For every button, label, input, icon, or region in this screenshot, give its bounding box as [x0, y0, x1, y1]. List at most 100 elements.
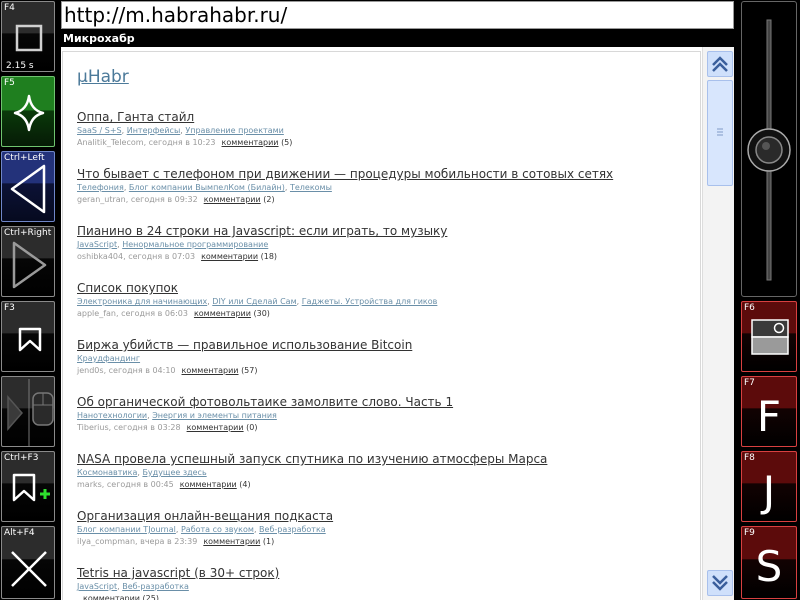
- comments-link[interactable]: комментарии: [182, 366, 239, 375]
- hub-link[interactable]: JavaScript: [77, 582, 117, 591]
- post-item: Организация онлайн-вещания подкаста Блог …: [77, 508, 692, 565]
- post-item: Оппа, Ганта стайл SaaS / S+S, Интерфейсы,…: [77, 109, 692, 166]
- post-item: Список покупок Электроника для начинающих…: [77, 280, 692, 337]
- comment-count: (57): [241, 366, 258, 375]
- bookmark-icon: [18, 327, 42, 352]
- post-meta: apple_fan, сегодня в 06:03 комментарии (3…: [77, 308, 692, 320]
- key-f4-stop[interactable]: F4 2.15 s: [1, 1, 55, 72]
- hub-link[interactable]: Телекомы: [290, 183, 332, 192]
- hub-link[interactable]: Энергия и элементы питания: [152, 411, 277, 420]
- post-author: oshibka404: [77, 252, 124, 261]
- post-item: NASA провела успешный запуск спутника по…: [77, 451, 692, 508]
- comment-count: (18): [260, 252, 278, 261]
- key-f9[interactable]: F9 S: [741, 526, 797, 599]
- comments-link[interactable]: комментарии: [180, 480, 237, 489]
- post-author: apple_fan: [77, 309, 116, 318]
- comments-link[interactable]: комментарии: [203, 537, 260, 546]
- post-title-link[interactable]: Организация онлайн-вещания подкаста: [77, 508, 692, 524]
- hub-link[interactable]: Космонавтика: [77, 468, 137, 477]
- scroll-down-button[interactable]: [707, 570, 733, 596]
- comment-count: (5): [281, 138, 293, 147]
- post-author: jend0s: [77, 366, 104, 375]
- page-content: µHabr Оппа, Ганта стайл SaaS / S+S, Интер…: [61, 47, 701, 600]
- vertical-scrollbar[interactable]: [702, 47, 734, 600]
- hub-link[interactable]: Краудфандинг: [77, 354, 140, 363]
- left-key-panel: F4 2.15 s F5 Ctrl+Left Ctrl+Right F3 Ctr…: [0, 0, 58, 600]
- post-meta: Analitik_Telecom, сегодня в 10:23 коммент…: [77, 137, 692, 149]
- zoom-slider[interactable]: [741, 1, 797, 297]
- comment-count: (2): [263, 195, 275, 204]
- post-meta: Tiberius, сегодня в 03:28 комментарии (0): [77, 422, 692, 434]
- key-back[interactable]: Ctrl+Left: [1, 151, 55, 222]
- hub-link[interactable]: Работа со звуком: [181, 525, 254, 534]
- post-time: сегодня в 00:45: [106, 480, 174, 489]
- chevron-down-icon: [712, 575, 728, 591]
- post-time: сегодня в 06:03: [121, 309, 188, 318]
- post-time: сегодня в 09:32: [130, 195, 198, 204]
- post-hubs: JavaScript, Веб-разработка: [77, 581, 692, 593]
- comments-link[interactable]: комментарии: [201, 252, 258, 261]
- comments-link[interactable]: комментарии: [194, 309, 251, 318]
- post-title-link[interactable]: Об органической фотовольтаике замолвите …: [77, 394, 692, 410]
- hub-link[interactable]: SaaS / S+S: [77, 126, 122, 135]
- post-title-link[interactable]: NASA провела успешный запуск спутника по…: [77, 451, 692, 467]
- key-alt-f4-close[interactable]: Alt+F4: [1, 526, 55, 599]
- forward-icon: [12, 241, 47, 289]
- key-forward[interactable]: Ctrl+Right: [1, 226, 55, 297]
- post-hubs: Электроника для начинающих, DIY или Сдел…: [77, 296, 692, 308]
- comments-link[interactable]: комментарии: [222, 138, 279, 147]
- add-bookmark-icon: [12, 473, 50, 502]
- hub-link[interactable]: Электроника для начинающих: [77, 297, 207, 306]
- post-meta: marks, сегодня в 00:45 комментарии (4): [77, 479, 692, 491]
- hub-link[interactable]: Веб-разработка: [122, 582, 189, 591]
- grip-icon: [717, 128, 723, 136]
- page-title: Микрохабр: [61, 31, 736, 47]
- hub-link[interactable]: Будущее здесь: [142, 468, 206, 477]
- post-hubs: Космонавтика, Будущее здесь: [77, 467, 692, 479]
- hub-link[interactable]: Телефония: [77, 183, 124, 192]
- chevron-up-icon: [712, 56, 728, 72]
- key-f5-reload[interactable]: F5: [1, 76, 55, 147]
- comments-link[interactable]: комментарии: [204, 195, 261, 204]
- post-title-link[interactable]: Tetris на javascript (в 30+ строк): [77, 565, 692, 581]
- hub-link[interactable]: Управление проектами: [185, 126, 283, 135]
- comment-count: (25): [142, 594, 159, 600]
- hub-link[interactable]: JavaScript: [77, 240, 117, 249]
- post-title-link[interactable]: Список покупок: [77, 280, 692, 296]
- hub-link[interactable]: DIY или Сделай Сам: [212, 297, 296, 306]
- scroll-thumb[interactable]: [707, 80, 733, 186]
- comment-count: (4): [239, 480, 251, 489]
- key-letter: F: [756, 392, 782, 441]
- scroll-up-button[interactable]: [707, 51, 733, 77]
- hub-link[interactable]: Ненормальное программирование: [122, 240, 268, 249]
- key-f8[interactable]: F8 J: [741, 451, 797, 522]
- url-input[interactable]: http://m.habrahabr.ru/: [61, 1, 734, 29]
- post-hubs: Нанотехнологии, Энергия и элементы питан…: [77, 410, 692, 422]
- hub-link[interactable]: Интерфейсы: [127, 126, 181, 135]
- post-author: Tiberius: [77, 423, 109, 432]
- hub-link[interactable]: Нанотехнологии: [77, 411, 147, 420]
- key-f6-screenshot[interactable]: F6: [741, 301, 797, 372]
- key-f3-bookmarks[interactable]: F3: [1, 301, 55, 372]
- post-title-link[interactable]: Биржа убийств — правильное использование…: [77, 337, 692, 353]
- site-title-link[interactable]: µHabr: [77, 67, 129, 87]
- slider-track: [747, 19, 791, 281]
- comments-link[interactable]: комментарии: [83, 594, 140, 600]
- post-title-link[interactable]: Пианино в 24 строки на Javascript: если …: [77, 223, 692, 239]
- content-frame: µHabr Оппа, Ганта стайл SaaS / S+S, Интер…: [62, 51, 701, 600]
- post-item: Пианино в 24 строки на Javascript: если …: [77, 223, 692, 280]
- hub-link[interactable]: Гаджеты. Устройства для гиков: [302, 297, 438, 306]
- post-title-link[interactable]: Оппа, Ганта стайл: [77, 109, 692, 125]
- post-title-link[interactable]: Что бывает с телефоном при движении — пр…: [77, 166, 692, 182]
- right-key-panel: F6 F7 F F8 J F9 S: [736, 0, 800, 600]
- hub-link[interactable]: Веб-разработка: [259, 525, 326, 534]
- hub-link[interactable]: Блог компании TJournal: [77, 525, 176, 534]
- key-pointer-mode[interactable]: [1, 376, 55, 447]
- post-author: geran_utran: [77, 195, 126, 204]
- hub-link[interactable]: Блог компании ВымпелКом (Билайн): [129, 183, 285, 192]
- post-meta: комментарии (25): [77, 593, 692, 600]
- key-add-bookmark[interactable]: Ctrl+F3: [1, 451, 55, 522]
- comments-link[interactable]: комментарии: [187, 423, 244, 432]
- key-f7[interactable]: F7 F: [741, 376, 797, 447]
- post-item: Что бывает с телефоном при движении — пр…: [77, 166, 692, 223]
